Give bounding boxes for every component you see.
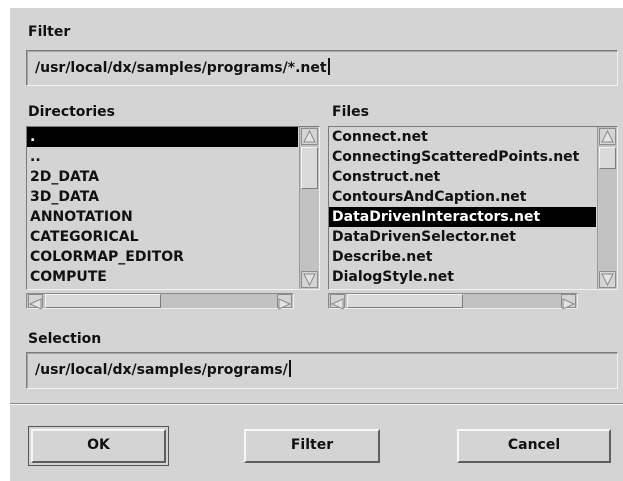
scroll-down-arrow-icon[interactable] <box>301 271 318 288</box>
files-list-item[interactable]: ContoursAndCaption.net <box>329 187 596 207</box>
directories-list-item[interactable]: 2D_DATA <box>27 167 298 187</box>
files-vertical-thumb[interactable] <box>599 147 616 169</box>
file-selection-dialog: Filter /usr/local/dx/samples/programs/*.… <box>10 8 623 481</box>
scroll-down-arrow-icon[interactable] <box>599 271 616 288</box>
ok-button[interactable]: OK <box>28 426 169 466</box>
directories-list-item[interactable]: .. <box>27 147 298 167</box>
scroll-left-arrow-icon[interactable] <box>28 294 43 310</box>
directories-list-item[interactable]: CATEGORICAL <box>27 227 298 247</box>
files-list-item[interactable]: Construct.net <box>329 167 596 187</box>
files-items: Connect.net ConnectingScatteredPoints.net… <box>329 127 596 289</box>
button-separator <box>10 403 623 405</box>
directories-list-item[interactable]: 3D_DATA <box>27 187 298 207</box>
files-list-item[interactable]: Describe.net <box>329 247 596 267</box>
text-cursor <box>327 58 330 75</box>
files-list-item[interactable]: ConnectingScatteredPoints.net <box>329 147 596 167</box>
text-cursor <box>288 360 291 377</box>
selection-input-text: /usr/local/dx/samples/programs/ <box>35 362 288 378</box>
filter-label: Filter <box>28 24 71 40</box>
files-list-item[interactable]: Connect.net <box>329 127 596 147</box>
filter-input[interactable]: /usr/local/dx/samples/programs/*.net <box>26 50 618 86</box>
scroll-up-arrow-icon[interactable] <box>301 128 318 145</box>
files-list-item[interactable]: DialogStyle.net <box>329 267 596 287</box>
files-horizontal-thumb[interactable] <box>347 294 463 308</box>
directories-list-item[interactable]: COMPUTE <box>27 267 298 287</box>
files-vertical-scrollbar[interactable] <box>597 127 617 289</box>
directories-list[interactable]: ... 2D_DATA 3D_DATA ANNOTATION CATEGORICAL CO… <box>26 126 320 290</box>
filter-input-text: /usr/local/dx/samples/programs/*.net <box>35 60 327 76</box>
directories-vertical-thumb[interactable] <box>301 147 318 189</box>
directories-items: ... 2D_DATA 3D_DATA ANNOTATION CATEGORICAL CO… <box>27 127 298 289</box>
selection-input[interactable]: /usr/local/dx/samples/programs/ <box>26 352 618 389</box>
directories-horizontal-scrollbar[interactable] <box>26 293 294 310</box>
directories-vertical-scrollbar[interactable] <box>299 127 319 289</box>
scroll-right-arrow-icon[interactable] <box>277 294 292 310</box>
filter-button[interactable]: Filter <box>244 429 380 463</box>
files-horizontal-scrollbar[interactable] <box>328 293 578 310</box>
directories-list-item[interactable]: . <box>27 127 298 147</box>
scroll-right-arrow-icon[interactable] <box>561 294 576 310</box>
cancel-button[interactable]: Cancel <box>457 429 611 463</box>
selection-label: Selection <box>28 331 102 347</box>
directories-list-item[interactable]: ANNOTATION <box>27 207 298 227</box>
scroll-left-arrow-icon[interactable] <box>330 294 345 310</box>
files-label: Files <box>332 104 369 120</box>
files-list-item[interactable]: DataDrivenSelector.net <box>329 227 596 247</box>
files-list-item[interactable]: DataDrivenInteractors.net <box>329 207 596 227</box>
files-list[interactable]: Connect.net ConnectingScatteredPoints.net… <box>328 126 618 290</box>
directories-list-item[interactable]: COLORMAP_EDITOR <box>27 247 298 267</box>
scroll-up-arrow-icon[interactable] <box>599 128 616 145</box>
directories-horizontal-thumb[interactable] <box>45 294 161 308</box>
directories-label: Directories <box>28 104 115 120</box>
